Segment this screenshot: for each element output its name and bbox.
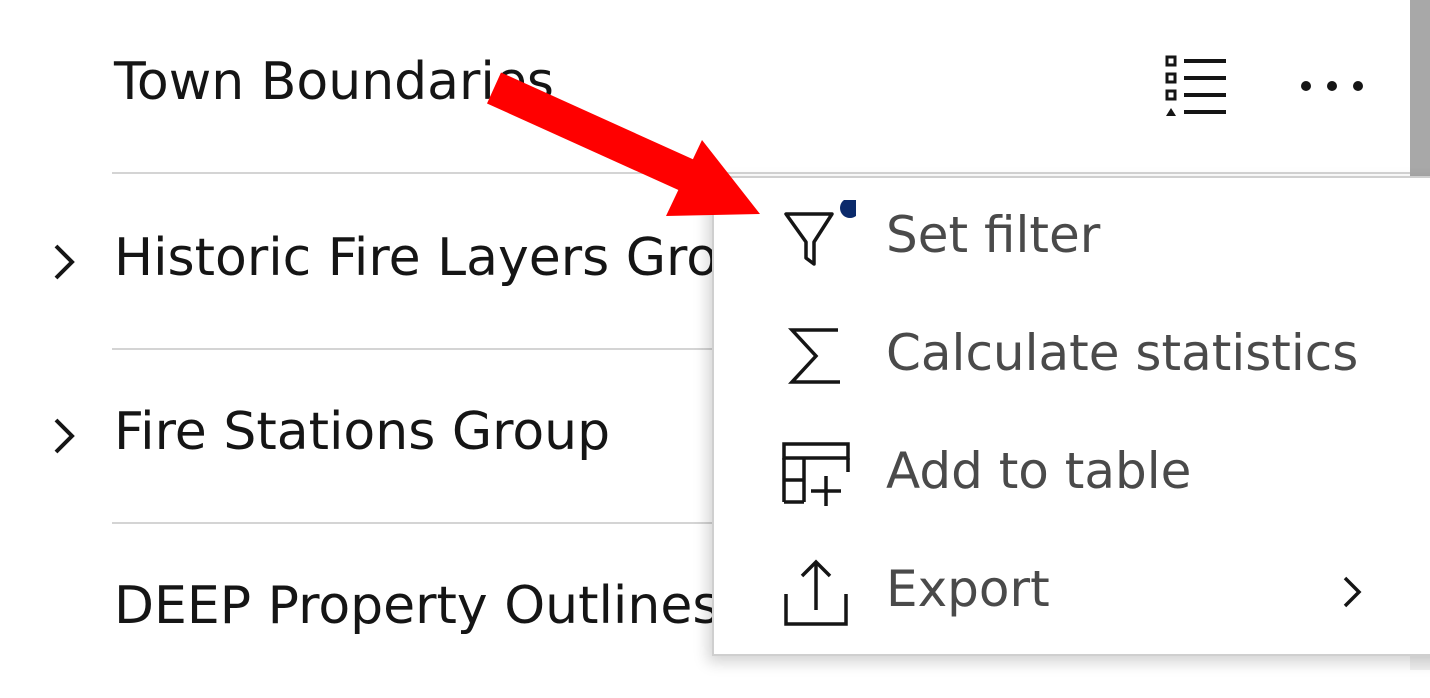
layer-label: DEEP Property Outlines: [114, 576, 720, 636]
layer-label: Historic Fire Layers Group: [114, 228, 785, 288]
layer-label: Fire Stations Group: [114, 402, 611, 462]
ellipsis-icon[interactable]: [1296, 68, 1368, 104]
annotation-arrow-icon: [486, 72, 760, 216]
filter-icon: [784, 200, 856, 266]
chevron-right-icon[interactable]: [50, 242, 78, 282]
menu-item-set-filter[interactable]: Set filter: [714, 180, 1430, 298]
legend-list-icon[interactable]: [1164, 54, 1230, 120]
chevron-right-icon: [1343, 576, 1362, 608]
menu-item-label: Export: [886, 560, 1050, 618]
menu-item-label: Add to table: [886, 442, 1192, 500]
menu-item-export[interactable]: Export: [714, 534, 1430, 652]
menu-item-add-to-table[interactable]: Add to table: [714, 416, 1430, 534]
menu-item-label: Calculate statistics: [886, 324, 1359, 382]
menu-item-label: Set filter: [886, 206, 1101, 264]
sigma-icon: [788, 328, 840, 384]
layer-context-menu: Set filter Calculate statistics Add to t…: [712, 176, 1430, 656]
chevron-right-icon[interactable]: [50, 416, 78, 456]
table-add-icon: [782, 442, 850, 506]
filter-active-indicator: [840, 200, 856, 218]
menu-item-calculate-statistics[interactable]: Calculate statistics: [714, 298, 1430, 416]
export-icon: [784, 559, 848, 626]
scrollbar-thumb[interactable]: [1410, 0, 1430, 180]
